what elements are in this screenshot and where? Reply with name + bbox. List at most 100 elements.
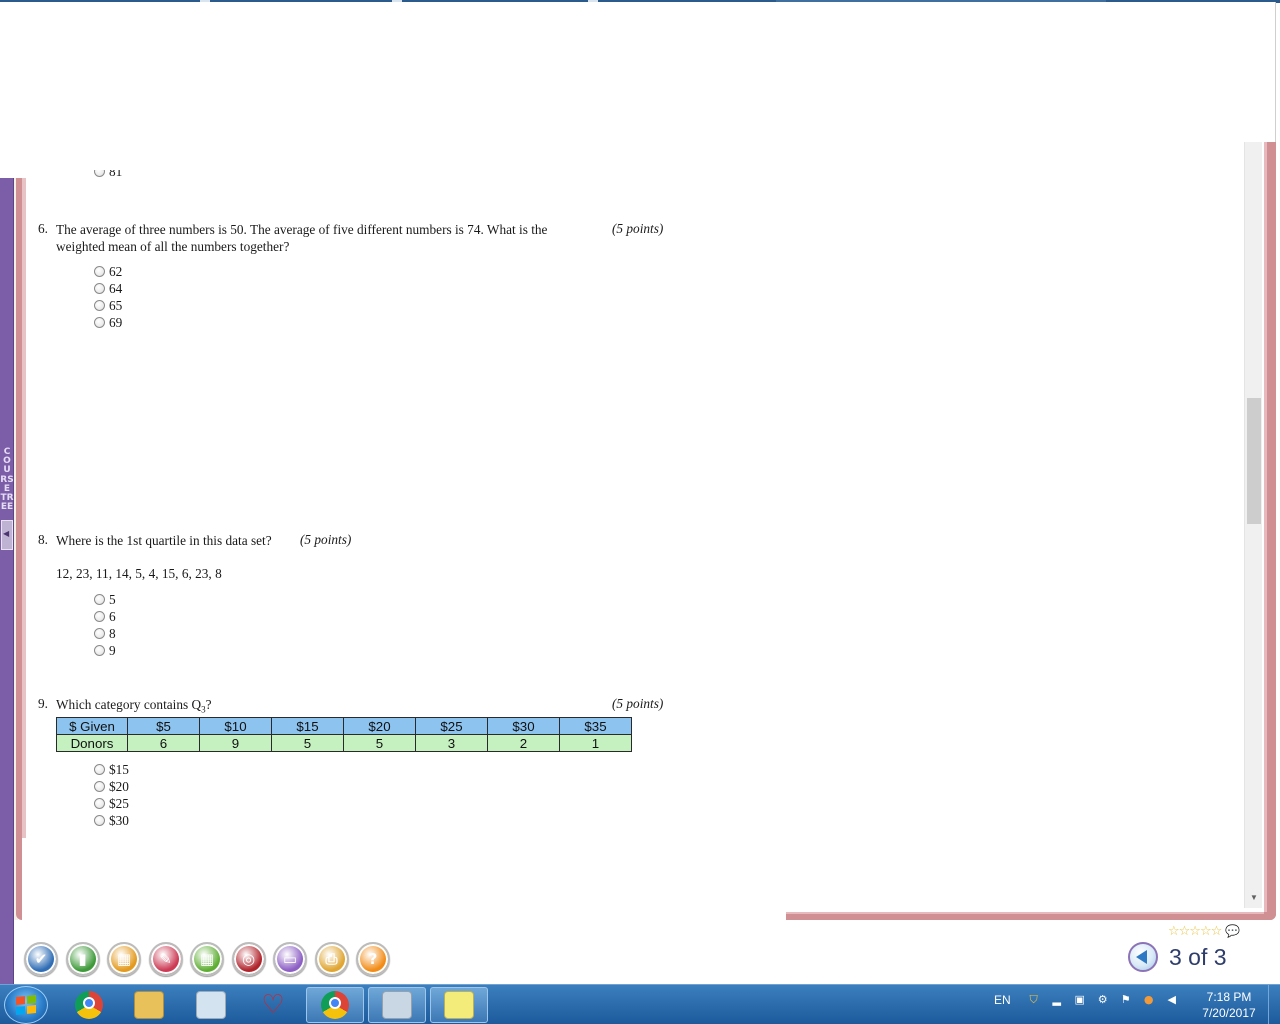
question-number: 9.	[38, 696, 48, 711]
chrome-icon	[321, 991, 349, 1019]
radio-button[interactable]	[94, 611, 105, 622]
answer-option[interactable]: 62	[94, 263, 122, 280]
radio-button[interactable]	[94, 628, 105, 639]
taskbar-paint[interactable]	[182, 987, 240, 1023]
content-frame-right-border	[1266, 142, 1276, 920]
answer-options: 62 64 65 69	[94, 263, 122, 331]
table-cell: $10	[199, 717, 272, 735]
radio-button[interactable]	[94, 594, 105, 605]
rating-stars[interactable]: ☆☆☆☆☆ 💬	[1168, 924, 1240, 939]
table-cell: Donors	[56, 734, 128, 752]
sticky-notes-icon	[444, 991, 474, 1019]
help-tool[interactable]: ?	[356, 942, 390, 976]
target-tool[interactable]: ◎	[231, 942, 266, 976]
radio-button[interactable]	[94, 645, 105, 656]
gradebook-tool[interactable]: ▦	[107, 942, 141, 976]
radio-button[interactable]	[94, 815, 105, 826]
shield-icon[interactable]: ⛉	[1027, 993, 1041, 1007]
pin-tool[interactable]: ✎	[148, 942, 183, 976]
radio-button[interactable]	[94, 300, 105, 311]
flag-icon[interactable]: ⚑	[1119, 993, 1133, 1007]
table-row: Donors 6 9 5 5 3 2 1	[56, 734, 632, 752]
radio-button[interactable]	[94, 283, 105, 294]
paint-palette-icon	[196, 991, 226, 1019]
course-tree-toggle[interactable]	[1, 520, 13, 550]
radio-button[interactable]	[94, 170, 105, 177]
content-frame-bottom-highlight	[786, 912, 1264, 914]
gradebook-icon: ▦	[116, 950, 132, 968]
answer-options: $15 $20 $25 $30	[94, 761, 129, 829]
donors-table: $ Given $5 $10 $15 $20 $25 $30 $35 Donor…	[56, 717, 632, 752]
scroll-thumb[interactable]	[1247, 398, 1261, 524]
answer-option[interactable]: 65	[94, 297, 122, 314]
taskbar-chrome-user[interactable]	[306, 987, 364, 1023]
table-cell: 3	[415, 734, 488, 752]
taskbar-heart-app[interactable]: ♡	[244, 987, 302, 1023]
table-cell: 6	[127, 734, 200, 752]
answer-option[interactable]: 69	[94, 314, 122, 331]
table-cell: 5	[343, 734, 416, 752]
answer-option[interactable]: $20	[94, 778, 129, 795]
answer-option[interactable]: 64	[94, 280, 122, 297]
taskbar-sticky-notes[interactable]	[430, 987, 488, 1023]
radio-button[interactable]	[94, 317, 105, 328]
table-cell: 9	[199, 734, 272, 752]
answer-options: 5 6 8 9	[94, 591, 116, 659]
window-tool[interactable]: ▭	[273, 942, 307, 976]
book-icon: ▮	[78, 950, 87, 968]
basketball-icon[interactable]: ●	[1142, 993, 1156, 1007]
previous-page-button[interactable]	[1128, 942, 1158, 972]
table-cell: 2	[487, 734, 560, 752]
system-tray: EN ⛉ ▂ ▣ ⚙ ⚑ ● ◀	[994, 993, 1188, 1007]
radio-button[interactable]	[94, 798, 105, 809]
show-desktop-button[interactable]	[1268, 985, 1280, 1024]
blank-header-area	[0, 2, 1276, 142]
content-frame-right-highlight	[1264, 142, 1267, 912]
content-scrollbar[interactable]: ▼	[1244, 142, 1262, 908]
start-button[interactable]	[4, 986, 48, 1024]
table-header-row: $ Given $5 $10 $15 $20 $25 $30 $35	[56, 717, 632, 735]
question-6: 6. The average of three numbers is 50. T…	[38, 221, 668, 341]
radio-button[interactable]	[94, 781, 105, 792]
check-tool[interactable]: ✔	[24, 942, 58, 976]
question-text: The average of three numbers is 50. The …	[56, 222, 548, 254]
folder-icon	[134, 991, 164, 1019]
print-tool[interactable]: ⎙	[314, 942, 349, 976]
network-icon[interactable]: ⚙	[1096, 993, 1110, 1007]
radio-button[interactable]	[94, 764, 105, 775]
answer-option[interactable]: 9	[94, 642, 116, 659]
question-points: (5 points)	[612, 221, 664, 236]
taskbar-explorer[interactable]	[120, 987, 178, 1023]
answer-option[interactable]: 5	[94, 591, 116, 608]
answer-option[interactable]: $15	[94, 761, 129, 778]
answer-option[interactable]: 6	[94, 608, 116, 625]
question-content: 81 6. The average of three numbers is 50…	[26, 168, 1244, 910]
grid-icon: ▦	[199, 950, 215, 968]
taskbar-clock[interactable]: 7:18 PM 7/20/2017	[1194, 989, 1264, 1021]
signal-icon[interactable]: ▂	[1050, 993, 1064, 1007]
taskbar-chrome[interactable]	[60, 987, 118, 1023]
speaker-muted-icon[interactable]: ◀	[1165, 993, 1179, 1007]
answer-option[interactable]: $25	[94, 795, 129, 812]
answer-option[interactable]: $30	[94, 812, 129, 829]
scroll-down-arrow-icon[interactable]: ▼	[1245, 890, 1263, 906]
windows-taskbar: ♡ EN ⛉ ▂ ▣ ⚙ ⚑ ● ◀ 7:18 PM 7/20/2017	[0, 984, 1280, 1024]
partially-hidden-option[interactable]: 81	[94, 170, 122, 180]
table-cell: $15	[271, 717, 344, 735]
radio-button[interactable]	[94, 266, 105, 277]
course-tree-panel[interactable]: COURSE TREE	[0, 178, 14, 984]
grid-tool[interactable]: ▦	[190, 942, 224, 976]
question-number: 6.	[38, 221, 48, 236]
window-icon: ▭	[282, 950, 298, 968]
answer-option[interactable]: 8	[94, 625, 116, 642]
windows-logo-icon	[16, 994, 36, 1016]
taskbar-calculator[interactable]	[368, 987, 426, 1023]
question-points: (5 points)	[612, 696, 664, 711]
table-cell: 5	[271, 734, 344, 752]
table-cell: $5	[127, 717, 200, 735]
comment-icon[interactable]: 💬	[1225, 924, 1240, 938]
monitor-icon[interactable]: ▣	[1073, 993, 1087, 1007]
notes-tool[interactable]: ▮	[65, 942, 100, 976]
language-indicator[interactable]: EN	[994, 993, 1011, 1007]
back-arrow-icon	[1136, 950, 1147, 964]
